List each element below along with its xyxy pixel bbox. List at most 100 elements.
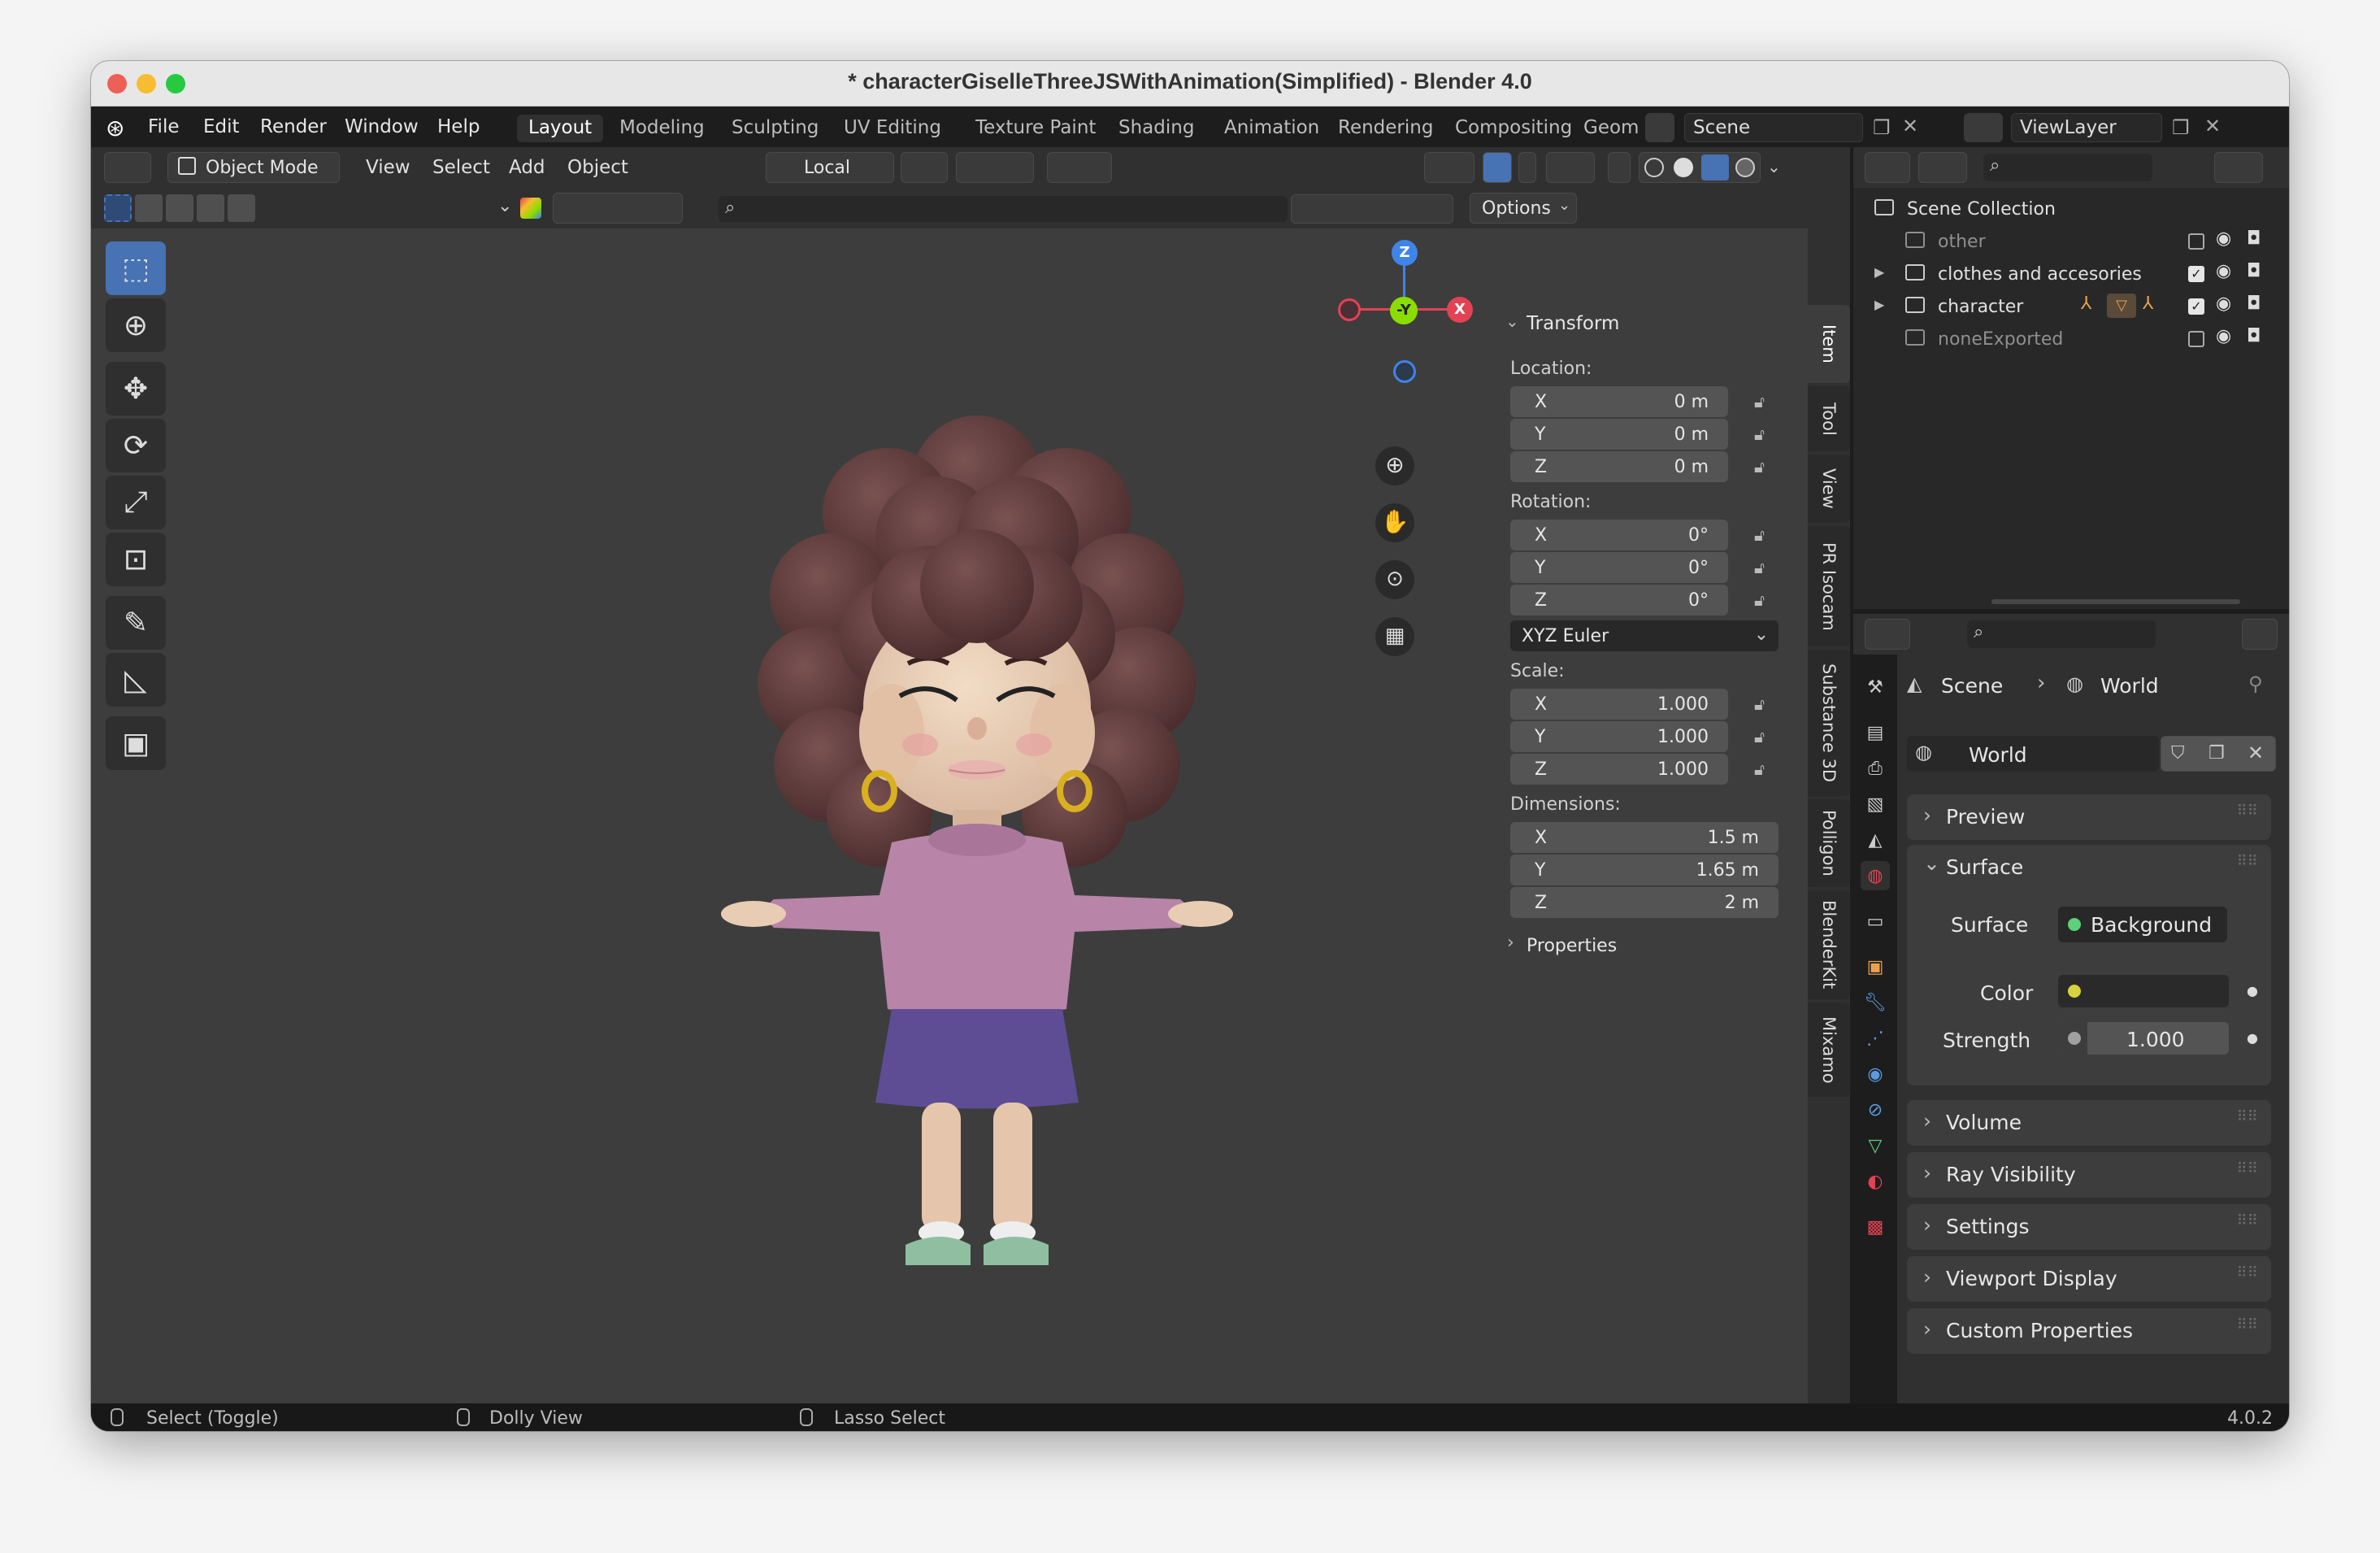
surface-shader-selector[interactable]: Background [2058,907,2227,942]
strength-field[interactable]: 1.000 [2058,1022,2229,1055]
camera-icon[interactable]: ◘ [2247,326,2261,346]
menu-object[interactable]: Object [567,157,628,178]
scene-copy-icon[interactable]: ❐ [1873,116,1891,139]
properties-section-header[interactable]: › Properties [1505,929,1808,962]
select-invert-icon[interactable] [197,194,224,222]
tab-item[interactable]: Item [1808,305,1850,383]
gizmo-neg-z-handle[interactable] [1393,360,1416,383]
shading-dropdown-icon[interactable]: ⌄ [1767,157,1781,176]
texture-tab-icon[interactable]: ▩ [1861,1212,1890,1242]
pan-hand-icon[interactable]: ✋ [1375,503,1414,542]
keyframe-dot-icon[interactable]: ● [2247,1030,2258,1046]
world-datablock-selector[interactable]: ◍ World [1907,736,2159,772]
dimensions-z-field[interactable]: Z 2 m [1510,887,1778,918]
transform-section-header[interactable]: ⌄ Transform [1505,305,1808,342]
blenderkit-search-input[interactable]: ⌕ [719,196,1288,222]
tab-polligon[interactable]: Polligon [1808,799,1850,887]
exclude-checkbox[interactable] [2188,233,2204,250]
rendered-shading-icon[interactable] [1735,158,1755,177]
solid-shading-icon[interactable] [1674,158,1693,177]
options-dropdown[interactable]: Options ⌄ [1470,193,1577,224]
transform-orientation-dropdown[interactable]: Local [766,152,894,183]
xray-icon[interactable] [1608,152,1631,183]
gizmo-toggle-icon[interactable] [1483,152,1512,183]
camera-view-icon[interactable]: ⊙ [1375,560,1414,599]
gizmo-y-handle[interactable]: -Y [1390,297,1418,324]
blender-logo-icon[interactable]: ⊛ [106,115,132,141]
outliner-scrollbar[interactable] [1991,599,2240,604]
lock-icon[interactable]: 🔓︎ [1754,759,1777,779]
particles-tab-icon[interactable]: ⋰ [1861,1024,1890,1053]
tab-substance-3d[interactable]: Substance 3D [1808,650,1850,796]
character-model[interactable] [693,391,1262,1269]
scale-z-field[interactable]: Z 1.000 [1510,754,1728,785]
duplicate-icon[interactable]: ❐ [2208,743,2225,763]
dimensions-x-field[interactable]: X 1.5 m [1510,822,1778,853]
menu-view[interactable]: View [366,157,410,178]
scale-y-field[interactable]: Y 1.000 [1510,721,1728,752]
tab-modeling[interactable]: Modeling [608,115,716,142]
drag-grip-icon[interactable]: ⠿⠿ [2237,853,2258,870]
menu-select[interactable]: Select [432,157,490,178]
drag-grip-icon[interactable]: ⠿⠿ [2237,1108,2258,1125]
material-tab-icon[interactable]: ◐ [1861,1167,1890,1196]
drag-grip-icon[interactable]: ⠿⠿ [2237,1160,2258,1177]
fake-user-shield-icon[interactable]: ⛉ [2171,743,2185,763]
snap-toggle-icon[interactable] [956,152,1034,183]
lock-icon[interactable]: 🔓︎ [1754,558,1777,577]
drag-grip-icon[interactable]: ⠿⠿ [2237,1316,2258,1333]
transform-tool-icon[interactable]: ⊡ [106,533,166,586]
exclude-checkbox[interactable]: ✓ [2188,298,2204,315]
keyframe-dot-icon[interactable]: ● [2247,983,2258,998]
properties-search-input[interactable]: ⌕ [1967,620,2156,648]
tab-geometry-nodes[interactable]: Geom [1572,115,1650,142]
cursor-tool-icon[interactable]: ⊕ [106,298,166,352]
menu-add[interactable]: Add [509,157,545,178]
scene-selector[interactable]: Scene [1684,113,1863,142]
material-preview-icon[interactable] [1701,154,1729,181]
exclude-checkbox[interactable]: ✓ [2188,266,2204,282]
dimensions-y-field[interactable]: Y 1.65 m [1510,855,1778,885]
visibility-selectability-icon[interactable] [1424,152,1474,183]
measure-tool-icon[interactable]: ◺ [106,653,166,707]
menu-help[interactable]: Help [437,116,480,137]
camera-icon[interactable]: ◘ [2247,228,2261,249]
pin-icon[interactable]: ⚲ [2248,672,2263,695]
volume-section[interactable]: › Volume ⠿⠿ [1907,1100,2271,1146]
tab-sculpting[interactable]: Sculpting [720,115,830,142]
viewlayer-remove-icon[interactable]: ✕ [2204,115,2221,137]
color-field[interactable] [2058,975,2229,1007]
lock-icon[interactable]: 🔓︎ [1754,392,1777,411]
gizmo-z-handle[interactable]: Z [1392,240,1418,266]
expand-arrow-icon[interactable]: ▶ [1874,264,1884,280]
tab-shading[interactable]: Shading [1107,115,1205,142]
scene-tab-icon[interactable]: ◭ [1861,825,1890,855]
menu-file[interactable]: File [148,116,180,137]
chevron-down-icon[interactable]: ⌄ [1923,851,1940,875]
scale-tool-icon[interactable]: ⤢ [106,476,166,529]
outliner-row-clothes[interactable]: ▶ clothes and accesories ✓ ◉ ◘ [1853,258,2289,290]
drag-grip-icon[interactable]: ⠿⠿ [2237,803,2258,820]
tab-blenderkit[interactable]: BlenderKit [1808,890,1850,999]
scene-remove-icon[interactable]: ✕ [1902,115,1918,137]
outliner-search-input[interactable]: ⌕ [1983,154,2152,181]
menu-edit[interactable]: Edit [203,116,240,137]
preview-section[interactable]: › Preview ⠿⠿ [1907,794,2271,840]
viewlayer-browse-icon[interactable] [1964,113,2003,142]
eye-icon[interactable]: ◉ [2216,326,2231,346]
tab-mixamo[interactable]: Mixamo [1808,1003,1850,1097]
rotate-tool-icon[interactable]: ⟳ [106,419,166,472]
lock-icon[interactable]: 🔓︎ [1754,727,1777,746]
eye-icon[interactable]: ◉ [2216,228,2231,249]
add-cube-tool-icon[interactable]: ▣ [106,716,166,770]
gizmo-neg-x-handle[interactable] [1338,298,1361,321]
constraints-tab-icon[interactable]: ⊘ [1861,1095,1890,1125]
viewlayer-selector[interactable]: ViewLayer [2011,113,2162,142]
mode-dropdown[interactable]: Object Mode [167,152,340,183]
menu-window[interactable]: Window [345,116,419,137]
camera-icon[interactable]: ◘ [2247,294,2261,314]
filter-icon[interactable] [2214,152,2263,183]
custom-properties-section[interactable]: › Custom Properties ⠿⠿ [1907,1308,2271,1354]
asset-type-filters[interactable] [553,193,683,224]
select-box-new-icon[interactable] [104,194,132,222]
